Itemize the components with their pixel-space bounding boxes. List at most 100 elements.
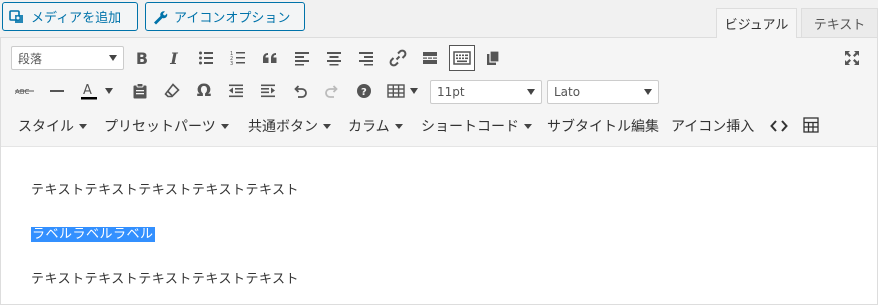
menu-shortcode[interactable]: ショートコード: [421, 112, 532, 140]
chevron-down-icon: [109, 55, 117, 61]
numbered-list-button[interactable]: 123: [226, 46, 250, 70]
chevron-down-icon: [105, 88, 113, 94]
help-button[interactable]: ?: [352, 79, 376, 103]
bullet-list-icon: [199, 51, 213, 65]
italic-button[interactable]: I: [162, 46, 186, 70]
menu-subtitle-edit[interactable]: サブタイトル編集: [547, 112, 659, 140]
align-center-icon: [327, 52, 341, 66]
align-left-button[interactable]: [290, 46, 314, 70]
text-color-button[interactable]: A: [77, 79, 101, 103]
code-button[interactable]: [767, 114, 791, 138]
outdent-button[interactable]: [224, 79, 248, 103]
special-character-icon: Ω: [196, 81, 212, 101]
table-insert-button[interactable]: [799, 113, 823, 137]
link-button[interactable]: [386, 46, 410, 70]
font-size-select[interactable]: 11pt: [430, 80, 542, 104]
bullet-list-button[interactable]: [194, 46, 218, 70]
menu-shortcode-label: ショートコード: [421, 119, 519, 135]
font-family-select[interactable]: Lato: [547, 80, 659, 104]
align-left-icon: [295, 52, 309, 66]
chevron-down-icon: [524, 123, 532, 129]
paragraph[interactable]: テキストテキストテキストテキストテキスト: [31, 268, 299, 287]
strikethrough-button[interactable]: ABC: [13, 79, 37, 103]
editor-toolbar: 段落 B I 123 ABC A Ω ? 11pt Lato スタイル プリセッ…: [1, 38, 877, 147]
tab-text[interactable]: テキスト: [801, 8, 878, 38]
link-icon: [389, 49, 407, 67]
menu-common-buttons[interactable]: 共通ボタン: [248, 112, 331, 140]
strikethrough-icon: ABC: [15, 88, 34, 96]
special-character-button[interactable]: Ω: [192, 79, 216, 103]
bold-button[interactable]: B: [130, 46, 154, 70]
editor: 段落 B I 123 ABC A Ω ? 11pt Lato スタイル プリセッ…: [0, 37, 878, 305]
menu-style-label: スタイル: [18, 119, 74, 135]
bold-icon: B: [135, 48, 149, 68]
indent-icon: [261, 84, 275, 98]
table-dropdown[interactable]: [407, 79, 421, 103]
align-center-button[interactable]: [322, 46, 346, 70]
menu-column-label: カラム: [348, 119, 390, 135]
table-insert-icon: [803, 117, 819, 133]
align-right-button[interactable]: [354, 46, 378, 70]
icon-options-button[interactable]: アイコンオプション: [145, 2, 305, 31]
read-more-icon: [423, 52, 437, 64]
horizontal-line-icon: [50, 90, 64, 92]
tab-text-label: テキスト: [813, 18, 866, 33]
font-size-value: 11pt: [437, 85, 465, 99]
svg-text:3: 3: [230, 61, 233, 66]
table-button[interactable]: [384, 79, 408, 103]
icon-options-label: アイコンオプション: [174, 11, 291, 26]
wrench-icon: [152, 9, 168, 25]
paragraph-text: テキストテキストテキストテキストテキスト: [31, 272, 300, 287]
svg-text:A: A: [83, 83, 92, 98]
editor-content[interactable]: テキストテキストテキストテキストテキスト ラベルラベルラベル テキストテキストテ…: [1, 147, 877, 304]
undo-icon: [294, 85, 307, 98]
text-color-dropdown[interactable]: [101, 79, 117, 103]
menu-style[interactable]: スタイル: [18, 112, 87, 140]
table-icon: [387, 84, 405, 98]
chevron-down-icon: [644, 89, 652, 95]
copy-icon: [487, 50, 500, 65]
menu-icon-insert[interactable]: アイコン挿入: [671, 112, 754, 140]
code-icon: [770, 120, 788, 132]
italic-icon: I: [170, 48, 178, 68]
menu-common-buttons-label: 共通ボタン: [248, 119, 318, 135]
format-select[interactable]: 段落: [11, 46, 124, 70]
copy-button[interactable]: [481, 46, 505, 70]
svg-text:?: ?: [361, 87, 367, 98]
chevron-down-icon: [394, 123, 403, 129]
tab-visual[interactable]: ビジュアル: [716, 8, 797, 38]
add-media-label: メディアを追加: [31, 11, 122, 26]
redo-button[interactable]: [320, 79, 344, 103]
blockquote-icon: [263, 53, 277, 63]
menu-column[interactable]: カラム: [348, 112, 403, 140]
menu-preset-parts-label: プリセットパーツ: [104, 119, 216, 135]
read-more-button[interactable]: [418, 46, 442, 70]
paste-text-icon: [133, 83, 147, 99]
menu-row: スタイル プリセットパーツ 共通ボタン カラム ショートコード サブタイトル編集…: [1, 112, 877, 140]
blockquote-button[interactable]: [258, 46, 282, 70]
indent-button[interactable]: [256, 79, 280, 103]
fullscreen-button[interactable]: [840, 46, 864, 70]
toolbar-toggle-icon: [453, 51, 471, 65]
font-family-value: Lato: [554, 85, 581, 99]
paragraph-text: テキストテキストテキストテキストテキスト: [31, 183, 300, 198]
media-icon: [9, 9, 25, 25]
toolbar-toggle-button[interactable]: [449, 45, 475, 71]
numbered-list-icon: 123: [230, 51, 245, 66]
paragraph-selected[interactable]: ラベルラベルラベル: [31, 223, 155, 242]
fullscreen-icon: [845, 51, 859, 65]
chevron-down-icon: [79, 123, 87, 129]
menu-preset-parts[interactable]: プリセットパーツ: [104, 112, 229, 140]
help-icon: ?: [357, 84, 371, 98]
add-media-button[interactable]: メディアを追加: [2, 2, 138, 31]
paragraph[interactable]: テキストテキストテキストテキストテキスト: [31, 179, 299, 198]
tab-visual-label: ビジュアル: [724, 18, 789, 33]
clear-formatting-icon: [164, 83, 180, 98]
undo-button[interactable]: [288, 79, 312, 103]
chevron-down-icon: [323, 123, 331, 129]
text-color-icon: A: [81, 83, 97, 100]
clear-formatting-button[interactable]: [160, 79, 184, 103]
redo-icon: [325, 85, 338, 98]
paste-text-button[interactable]: [128, 79, 152, 103]
horizontal-line-button[interactable]: [45, 79, 69, 103]
